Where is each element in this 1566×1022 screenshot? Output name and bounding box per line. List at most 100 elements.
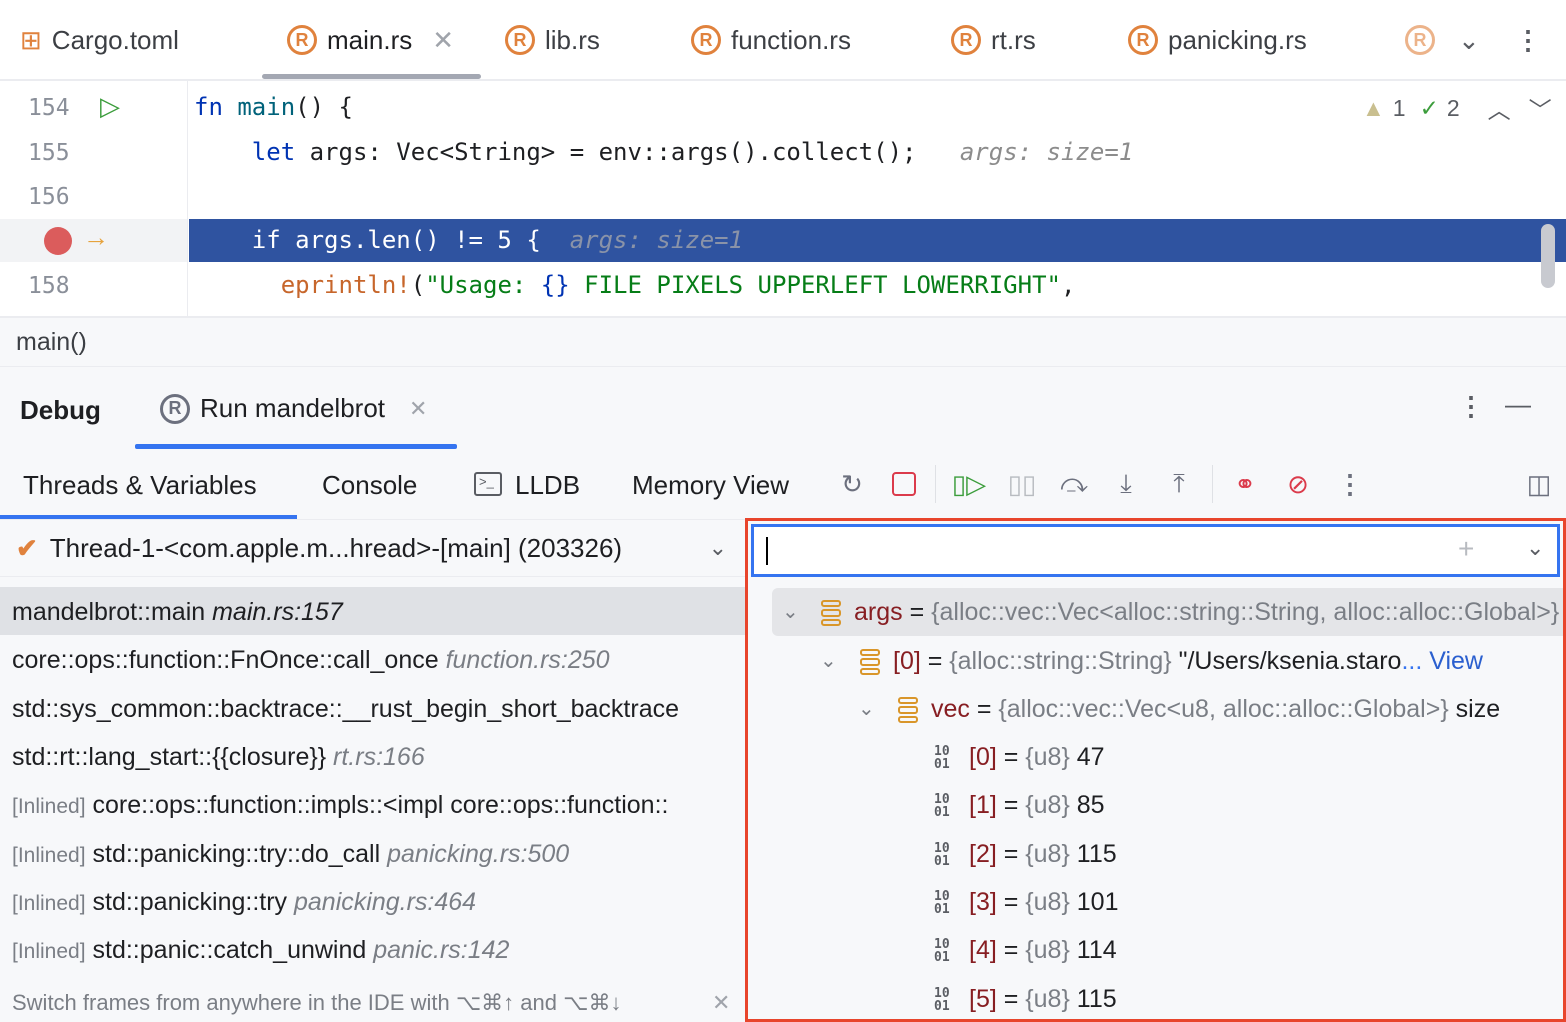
inspection-widget[interactable]: ▲ 1 ✓ 2 ︿ ﹀ <box>1362 91 1552 125</box>
stop-button[interactable] <box>888 468 920 500</box>
stack-frame[interactable]: [Inlined] core::ops::function::impls::<i… <box>12 791 668 820</box>
variable-byte[interactable]: [0] = {u8} 47 <box>969 743 1105 772</box>
tab-lldb[interactable]: LLDB <box>515 470 580 501</box>
var-value: 115 <box>1076 984 1117 1013</box>
tab-rt-rs[interactable]: Rrt.rs <box>951 18 1036 62</box>
add-watch-icon[interactable]: + <box>1458 533 1474 565</box>
variable-byte[interactable]: [2] = {u8} 115 <box>969 840 1117 869</box>
var-value: 114 <box>1076 936 1117 965</box>
variable-args-0[interactable]: [0] = {alloc::string::String} "/Users/ks… <box>893 647 1483 676</box>
rust-icon: R <box>505 25 535 55</box>
code-editor[interactable]: 154 ▷ 155 156 → 158 fn main() { let args… <box>0 81 1566 318</box>
chevron-down-icon[interactable]: ⌄ <box>1458 18 1480 62</box>
breakpoint-icon[interactable] <box>44 227 72 255</box>
rerun-debug-icon[interactable]: ↻ <box>836 468 868 500</box>
tab-console[interactable]: Console <box>322 470 417 501</box>
frame-name: std::rt::lang_start::{{closure}} <box>12 742 327 771</box>
rust-run-icon: R <box>160 393 190 424</box>
evaluate-expression-input[interactable]: + ⌄ <box>751 524 1560 577</box>
inlined-label: [Inlined] <box>12 891 86 915</box>
chevron-down-icon[interactable]: ﹀ <box>1529 91 1552 125</box>
pause-icon[interactable]: ▯▯ <box>1006 468 1038 500</box>
line-number: 158 <box>28 273 70 299</box>
line-number: 155 <box>28 140 70 166</box>
stack-frame[interactable]: std::rt::lang_start::{{closure}} rt.rs:1… <box>12 743 425 772</box>
frames-hint: Switch frames from anywhere in the IDE w… <box>12 990 622 1015</box>
divider <box>935 465 936 503</box>
tab-overflow[interactable]: R <box>1405 18 1435 62</box>
variable-byte[interactable]: [5] = {u8} 115 <box>969 985 1117 1014</box>
stack-frame[interactable]: std::sys_common::backtrace::__rust_begin… <box>12 695 679 724</box>
variable-args[interactable]: args = {alloc::vec::Vec<alloc::string::S… <box>854 598 1559 627</box>
close-icon[interactable]: ✕ <box>432 25 454 56</box>
view-link[interactable]: View <box>1429 647 1483 675</box>
chevron-down-icon[interactable]: ⌄ <box>820 648 837 673</box>
stack-frame[interactable]: mandelbrot::main main.rs:157 <box>12 598 343 627</box>
stack-frame[interactable]: [Inlined] std::panic::catch_unwind panic… <box>12 936 509 965</box>
variables-panel: + ⌄ ⌄ args = {alloc::vec::Vec<alloc::str… <box>745 518 1566 1022</box>
var-type: {u8} <box>1025 887 1070 916</box>
binary-icon: 10 01 <box>934 985 950 1014</box>
divider <box>1212 465 1213 503</box>
binary-icon: 10 01 <box>934 888 950 917</box>
code-line-158: eprintln!("Usage: {} FILE PIXELS UPPERLE… <box>280 271 1076 299</box>
scrollbar[interactable] <box>1541 224 1555 288</box>
variable-vec[interactable]: vec = {alloc::vec::Vec<u8, alloc::alloc:… <box>931 695 1500 724</box>
frame-name: mandelbrot::main <box>12 598 206 626</box>
var-value: 85 <box>1076 791 1105 820</box>
tab-memory-view[interactable]: Memory View <box>632 470 789 501</box>
more-icon[interactable]: ⋮ <box>1458 391 1484 422</box>
resume-icon[interactable]: ▯▷ <box>952 468 986 500</box>
tab-function-rs[interactable]: Rfunction.rs <box>691 18 851 62</box>
code-line-157: if args.len() != 5 { args: size=1 <box>251 226 744 254</box>
frame-location: rt.rs:166 <box>333 742 425 771</box>
gutter: 154 ▷ 155 156 → 158 <box>0 81 188 318</box>
var-name: [2] <box>969 839 997 868</box>
tab-lib-rs[interactable]: Rlib.rs <box>505 18 600 62</box>
breadcrumb[interactable]: main() <box>16 328 87 357</box>
view-breakpoints-icon[interactable]: ⚭ <box>1229 468 1261 500</box>
editor-tab-bar: ⊞ Cargo.toml R main.rs ✕ Rlib.rs Rfuncti… <box>0 0 1566 81</box>
binary-icon: 10 01 <box>934 840 950 869</box>
step-over-icon[interactable]: ⤼ <box>1058 468 1090 500</box>
chevron-down-icon[interactable]: ⌄ <box>1526 535 1544 561</box>
chevron-down-icon[interactable]: ⌄ <box>782 599 799 624</box>
step-into-icon[interactable]: ⤓ <box>1110 468 1142 500</box>
step-out-icon[interactable]: ⤒ <box>1163 468 1195 500</box>
tab-main-rs[interactable]: R main.rs ✕ <box>287 18 454 62</box>
stack-frame[interactable]: [Inlined] std::panicking::try::do_call p… <box>12 840 569 869</box>
variable-byte[interactable]: [4] = {u8} 114 <box>969 936 1117 965</box>
rust-icon: R <box>691 25 721 55</box>
frame-name: core::ops::function::FnOnce::call_once <box>12 646 439 675</box>
thread-selector[interactable]: ✔ Thread-1-<com.apple.m...hread>-[main] … <box>0 520 745 577</box>
layout-icon[interactable]: ◫ <box>1523 468 1555 500</box>
struct-icon <box>898 697 918 723</box>
mute-breakpoints-icon[interactable]: ⊘ <box>1282 468 1314 500</box>
tab-panicking-rs[interactable]: Rpanicking.rs <box>1128 18 1307 62</box>
inlined-label: [Inlined] <box>12 843 86 867</box>
frame-name: std::panicking::try::do_call <box>92 839 381 868</box>
variable-byte[interactable]: [1] = {u8} 85 <box>969 791 1105 820</box>
var-name: [4] <box>969 936 997 965</box>
run-icon[interactable]: ▷ <box>100 91 120 122</box>
stack-frame[interactable]: core::ops::function::FnOnce::call_once f… <box>12 646 610 675</box>
debug-title: Debug <box>20 395 101 425</box>
close-hint-icon[interactable]: ✕ <box>712 990 730 1016</box>
frame-location: panic.rs:142 <box>373 936 510 965</box>
chevron-down-icon[interactable]: ⌄ <box>858 696 875 721</box>
frames-panel: ✔ Thread-1-<com.apple.m...hread>-[main] … <box>0 520 745 1022</box>
more-icon[interactable]: ⋮ <box>1515 18 1541 62</box>
stack-frame[interactable]: [Inlined] std::panicking::try panicking.… <box>12 888 476 917</box>
more-icon[interactable]: ⋮ <box>1334 468 1366 500</box>
chevron-up-icon[interactable]: ︿ <box>1488 91 1511 125</box>
tab-threads-variables[interactable]: Threads & Variables <box>23 470 257 501</box>
variable-byte[interactable]: [3] = {u8} 101 <box>969 888 1118 917</box>
run-mandelbrot-tab[interactable]: R Run mandelbrot ✕ <box>160 393 427 424</box>
active-tab-indicator <box>262 74 481 79</box>
var-type: {u8} <box>1025 791 1070 820</box>
minimize-icon[interactable]: — <box>1505 389 1531 420</box>
frame-name: core::ops::function::impls::<impl core::… <box>92 791 669 820</box>
active-tab-indicator <box>135 444 457 449</box>
close-icon[interactable]: ✕ <box>409 396 427 422</box>
tab-cargo-toml[interactable]: ⊞ Cargo.toml <box>20 18 179 62</box>
